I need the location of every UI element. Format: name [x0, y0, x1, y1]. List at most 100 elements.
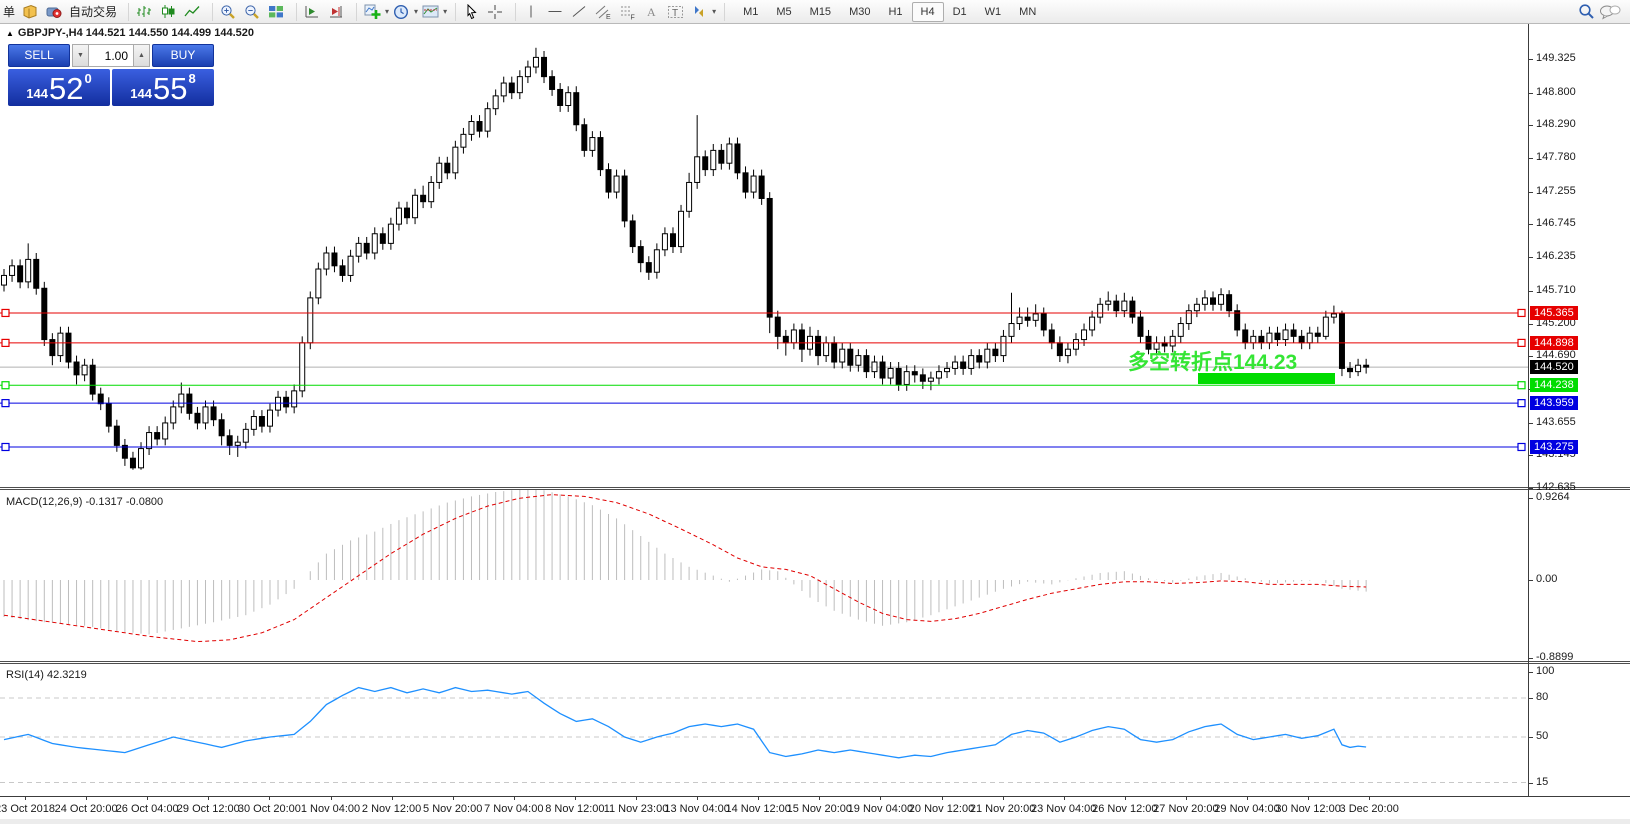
axis-tick: [1528, 125, 1533, 126]
pane-splitter-rsi[interactable]: [0, 661, 1630, 664]
toolbar: 单 自动交易: [0, 0, 1630, 24]
channel-icon[interactable]: E: [592, 2, 614, 22]
toolbar-separator: [207, 3, 213, 21]
timeframe-button-MN[interactable]: MN: [1010, 2, 1045, 22]
line-handle[interactable]: [1518, 443, 1525, 450]
collapse-panel-icon[interactable]: ▲: [6, 29, 14, 38]
vertical-line-icon[interactable]: [520, 2, 542, 22]
sell-price-display[interactable]: 144 52 0: [8, 69, 110, 106]
time-axis-label: 5 Nov 20:00: [423, 803, 482, 815]
journal-icon[interactable]: [19, 2, 41, 22]
buy-button[interactable]: BUY: [152, 44, 214, 67]
timeframe-button-M1[interactable]: M1: [734, 2, 767, 22]
line-handle[interactable]: [2, 309, 9, 316]
axis-tick: [1528, 455, 1533, 456]
new-order-button[interactable]: 单: [0, 3, 18, 20]
price-axis-border: [1528, 24, 1529, 796]
price-tag: 144.898: [1530, 336, 1578, 350]
indicators-icon[interactable]: [361, 2, 383, 22]
axis-tick-label: 15: [1536, 776, 1548, 788]
price-tag: 144.520: [1530, 360, 1578, 374]
timeframe-button-D1[interactable]: D1: [944, 2, 976, 22]
line-handle[interactable]: [1518, 309, 1525, 316]
chart-shift-icon[interactable]: [325, 2, 347, 22]
axis-tick-label: 0.9264: [1536, 491, 1570, 503]
shapes-icon[interactable]: [688, 2, 710, 22]
templates-dropdown-icon[interactable]: ▾: [443, 7, 447, 16]
label-icon[interactable]: T: [664, 2, 686, 22]
time-axis-tick: [25, 797, 26, 800]
buy-price-display[interactable]: 144 55 8: [112, 69, 214, 106]
axis-tick-label: 148.290: [1536, 118, 1576, 130]
axis-tick: [1528, 783, 1533, 784]
trendline-icon[interactable]: [568, 2, 590, 22]
mt4-window: 单 自动交易: [0, 0, 1630, 824]
time-axis-tick: [1369, 797, 1370, 800]
time-axis-label: 29 Nov 04:00: [1214, 803, 1279, 815]
volume-stepper: ▼ ▲: [72, 44, 150, 67]
chart-canvas[interactable]: 多空转折点144.23: [0, 0, 1528, 824]
line-handle[interactable]: [1518, 339, 1525, 346]
autotrading-button[interactable]: 自动交易: [66, 3, 120, 20]
line-handle[interactable]: [2, 382, 9, 389]
chat-icon[interactable]: [1599, 2, 1621, 22]
bar-chart-icon[interactable]: [133, 2, 155, 22]
candlestick-icon[interactable]: [157, 2, 179, 22]
timeframe-button-H4[interactable]: H4: [912, 2, 944, 22]
shapes-dropdown-icon[interactable]: ▾: [712, 7, 716, 16]
line-handle[interactable]: [2, 443, 9, 450]
volume-increase-button[interactable]: ▲: [133, 44, 150, 67]
crosshair-icon[interactable]: [484, 2, 506, 22]
text-icon[interactable]: A: [640, 2, 662, 22]
time-axis-tick: [208, 797, 209, 800]
pane-splitter-macd[interactable]: [0, 487, 1630, 490]
time-axis-label: 7 Nov 04:00: [484, 803, 543, 815]
volume-decrease-button[interactable]: ▼: [72, 44, 89, 67]
periods-icon[interactable]: [390, 2, 412, 22]
line-handle[interactable]: [2, 339, 9, 346]
time-axis-label: 30 Nov 12:00: [1275, 803, 1340, 815]
time-axis-label: 15 Nov 20:00: [787, 803, 852, 815]
axis-tick-label: 0.00: [1536, 573, 1557, 585]
line-handle[interactable]: [1518, 382, 1525, 389]
axis-tick-label: -0.8899: [1536, 651, 1573, 663]
line-handle[interactable]: [2, 400, 9, 407]
toolbar-separator: [450, 3, 456, 21]
volume-input[interactable]: [89, 44, 133, 67]
periods-dropdown-icon[interactable]: ▾: [414, 7, 418, 16]
fibonacci-icon[interactable]: F: [616, 2, 638, 22]
annotation-text[interactable]: 多空转折点144.23: [1128, 350, 1297, 374]
timeframe-bar: M1M5M15M30H1H4D1W1MN: [734, 2, 1045, 22]
line-chart-icon[interactable]: [181, 2, 203, 22]
sell-button[interactable]: SELL: [8, 44, 70, 67]
timeframe-button-W1[interactable]: W1: [976, 2, 1011, 22]
indicators-dropdown-icon[interactable]: ▾: [385, 7, 389, 16]
time-axis-label: 27 Nov 20:00: [1153, 803, 1218, 815]
toolbar-separator: [351, 3, 357, 21]
time-axis-tick: [575, 797, 576, 800]
timeframe-button-M30[interactable]: M30: [840, 2, 879, 22]
templates-icon[interactable]: [419, 2, 441, 22]
timeframe-button-H1[interactable]: H1: [879, 2, 911, 22]
time-axis-label: 8 Nov 12:00: [545, 803, 604, 815]
macd-value: -0.1317: [85, 496, 122, 508]
sell-price-pip-digit: 0: [84, 71, 91, 86]
time-axis-tick: [819, 797, 820, 800]
zoom-out-icon[interactable]: [241, 2, 263, 22]
cursor-icon[interactable]: [460, 2, 482, 22]
annotation-rectangle[interactable]: [1198, 373, 1335, 384]
timeframe-button-M15[interactable]: M15: [801, 2, 840, 22]
time-axis-label: 30 Oct 20:00: [238, 803, 301, 815]
axis-tick: [1528, 698, 1533, 699]
autotrading-icon[interactable]: [43, 2, 65, 22]
tile-windows-icon[interactable]: [265, 2, 287, 22]
time-axis-label: 13 Nov 04:00: [664, 803, 729, 815]
auto-scroll-icon[interactable]: [301, 2, 323, 22]
horizontal-line-icon[interactable]: [544, 2, 566, 22]
timeframe-button-M5[interactable]: M5: [767, 2, 800, 22]
price-tag: 144.238: [1530, 378, 1578, 392]
search-icon[interactable]: [1575, 2, 1597, 22]
line-handle[interactable]: [1518, 400, 1525, 407]
zoom-in-icon[interactable]: [217, 2, 239, 22]
axis-tick: [1528, 672, 1533, 673]
